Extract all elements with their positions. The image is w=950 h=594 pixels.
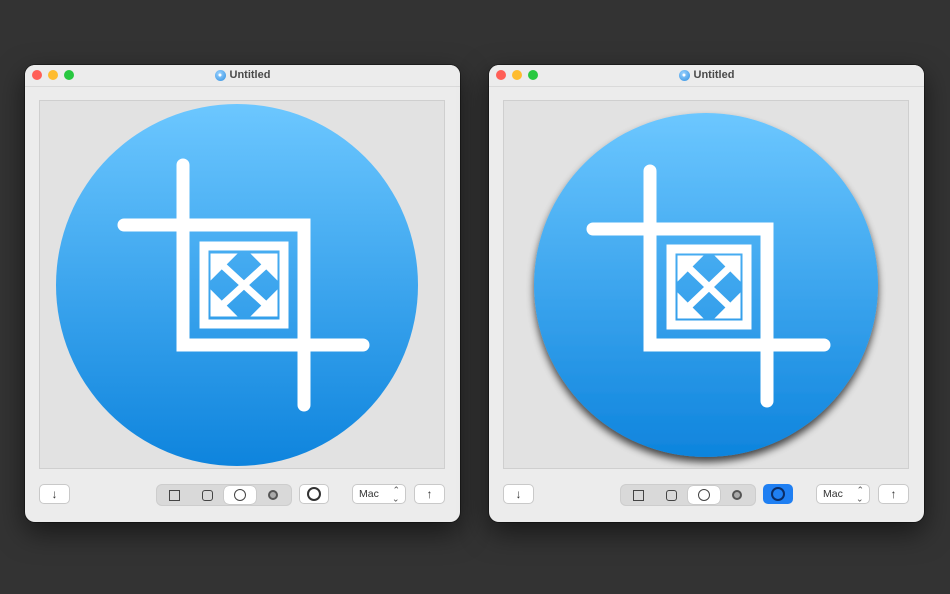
circle-icon <box>234 489 246 501</box>
arrow-up-icon: ↑ <box>890 487 897 501</box>
app-icon-preview <box>56 104 418 466</box>
import-button[interactable]: ↓ <box>503 484 534 504</box>
app-icon-preview <box>534 113 878 457</box>
shape-square-option[interactable] <box>158 486 190 504</box>
shape-ring-option[interactable] <box>721 486 753 504</box>
shadow-toggle-button[interactable] <box>299 484 329 504</box>
window-title-text: Untitled <box>693 69 735 81</box>
export-button[interactable]: ↑ <box>414 484 445 504</box>
window-title: ● Untitled <box>489 69 924 81</box>
shape-circle-option[interactable] <box>224 486 256 504</box>
icon-preview-canvas[interactable] <box>503 100 909 469</box>
shape-rounded-option[interactable] <box>655 486 687 504</box>
square-icon <box>168 489 180 501</box>
bottom-toolbar: ↓ Mac ⌃ ⌃ ↑ <box>489 484 924 508</box>
shape-rounded-option[interactable] <box>191 486 223 504</box>
document-icon[interactable]: ● <box>678 69 690 81</box>
rounded-square-icon <box>201 489 213 501</box>
arrow-up-icon: ↑ <box>426 487 433 501</box>
document-icon[interactable]: ● <box>214 69 226 81</box>
window-title: ● Untitled <box>25 69 460 81</box>
shape-segmented-control <box>620 484 756 506</box>
shadow-toggle-button[interactable] <box>763 484 793 504</box>
ring-icon <box>732 490 742 500</box>
arrow-down-icon: ↓ <box>515 487 522 501</box>
updown-chevron-icon: ⌃ ⌃ <box>392 485 400 504</box>
square-icon <box>632 489 644 501</box>
icon-circle-background <box>56 104 418 466</box>
arrow-down-icon: ↓ <box>51 487 58 501</box>
format-select[interactable]: Mac ⌃ ⌃ <box>816 484 870 504</box>
format-select-value: Mac <box>359 488 379 500</box>
shape-circle-option[interactable] <box>688 486 720 504</box>
app-window-right: ● Untitled ↓ Mac ⌃ ⌃ ↑ <box>489 65 924 522</box>
shape-square-option[interactable] <box>622 486 654 504</box>
titlebar[interactable]: ● Untitled <box>25 65 460 87</box>
ring-icon <box>268 490 278 500</box>
bottom-toolbar: ↓ Mac ⌃ ⌃ ↑ <box>25 484 460 508</box>
format-select-value: Mac <box>823 488 843 500</box>
updown-chevron-icon: ⌃ ⌃ <box>856 485 864 504</box>
window-title-text: Untitled <box>229 69 271 81</box>
shadow-circle-icon <box>307 487 321 501</box>
icon-preview-canvas[interactable] <box>39 100 445 469</box>
app-window-left: ● Untitled ↓ Mac ⌃ ⌃ ↑ <box>25 65 460 522</box>
import-button[interactable]: ↓ <box>39 484 70 504</box>
shape-ring-option[interactable] <box>257 486 289 504</box>
circle-icon <box>698 489 710 501</box>
shape-segmented-control <box>156 484 292 506</box>
rounded-square-icon <box>665 489 677 501</box>
export-button[interactable]: ↑ <box>878 484 909 504</box>
format-select[interactable]: Mac ⌃ ⌃ <box>352 484 406 504</box>
shadow-circle-icon <box>771 487 785 501</box>
titlebar[interactable]: ● Untitled <box>489 65 924 87</box>
